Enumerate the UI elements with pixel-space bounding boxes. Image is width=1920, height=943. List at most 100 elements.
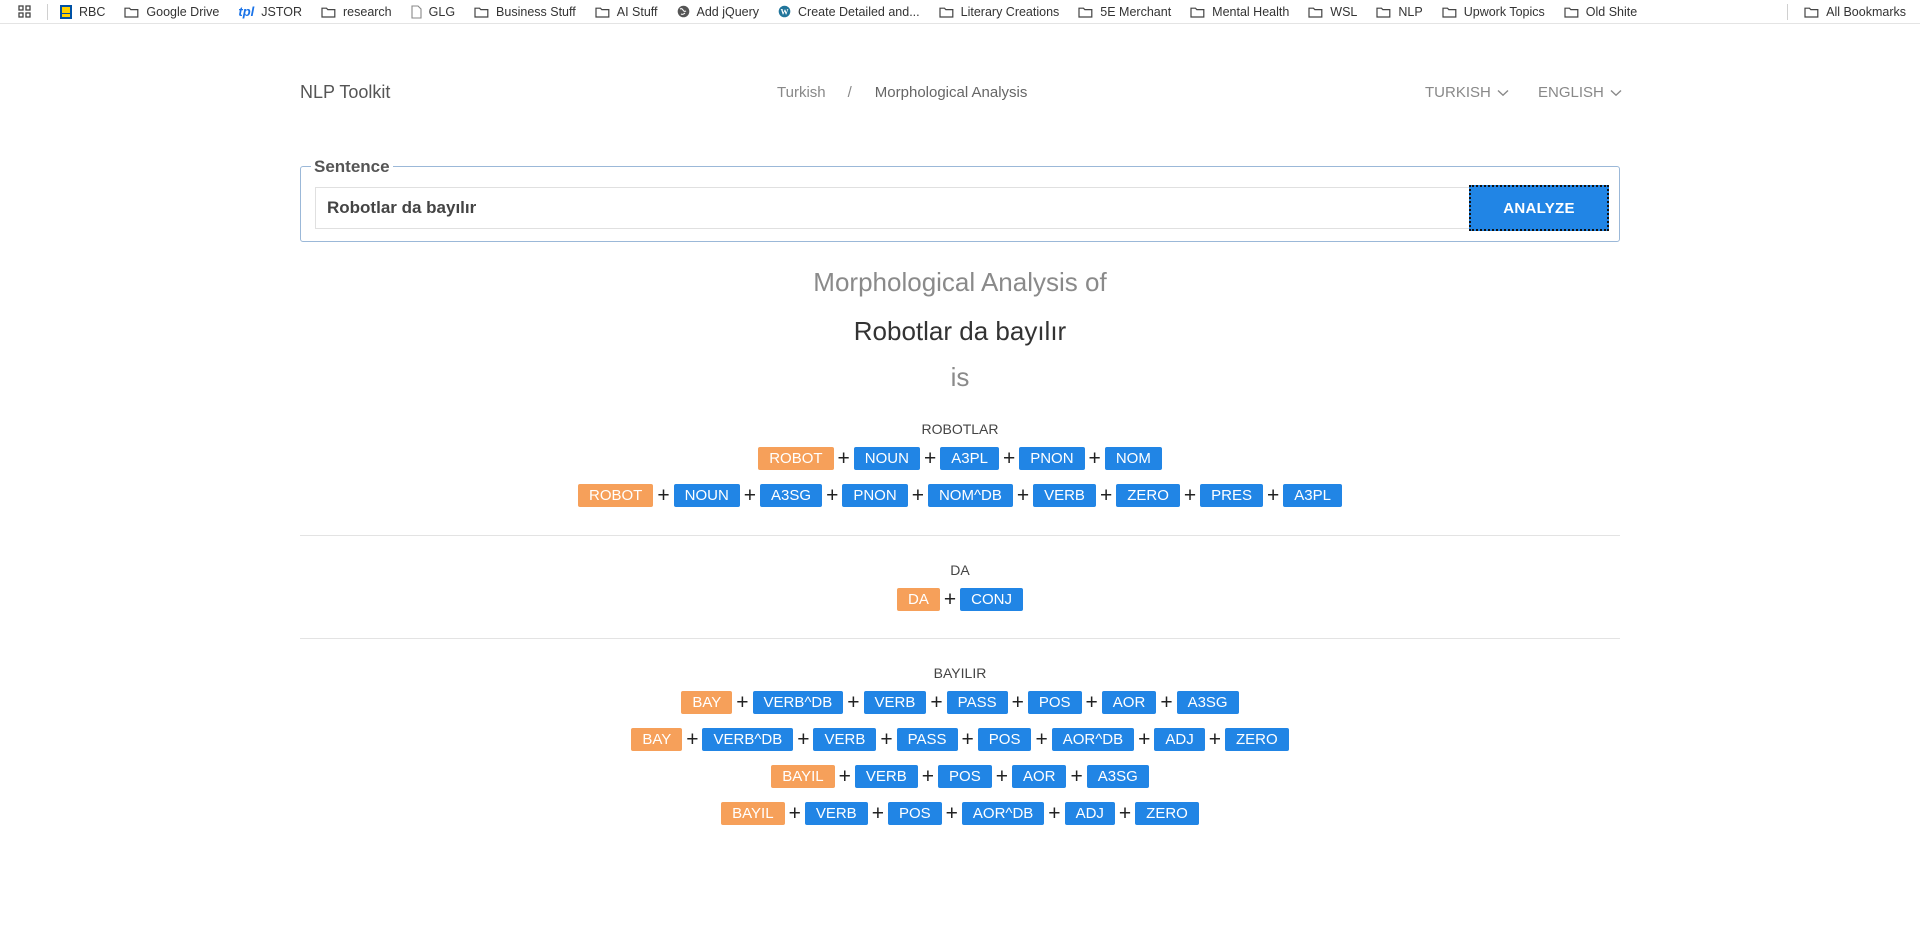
folder-icon xyxy=(1804,6,1819,18)
bookmark-item[interactable]: NLP xyxy=(1376,0,1423,24)
bookmark-item[interactable]: RBC xyxy=(60,0,105,24)
feature-tag: POS xyxy=(887,801,942,825)
bookmark-item[interactable]: research xyxy=(321,0,392,24)
bookmark-item[interactable]: Upwork Topics xyxy=(1442,0,1545,24)
root-tag: ROBOT xyxy=(758,446,834,470)
bookmark-label: Old Shite xyxy=(1585,4,1638,19)
breadcrumb-language[interactable]: Turkish xyxy=(777,84,826,101)
bookmark-item[interactable]: AI Stuff xyxy=(595,0,658,24)
page-icon xyxy=(411,4,422,19)
plus-sign: + xyxy=(657,483,670,507)
plus-sign: + xyxy=(743,483,757,507)
bookmark-label: JSTOR xyxy=(261,4,302,19)
feature-tag: A3PL xyxy=(940,446,999,470)
plus-sign: + xyxy=(837,446,850,470)
folder-icon xyxy=(321,6,336,18)
tpl-logo-icon: tpl xyxy=(238,4,255,19)
plus-sign: + xyxy=(1088,446,1101,470)
bookmark-label: Literary Creations xyxy=(960,4,1060,19)
feature-tag: VERB^DB xyxy=(702,727,794,751)
bookmark-item[interactable]: Business Stuff xyxy=(474,0,576,24)
plus-sign: + xyxy=(797,727,810,751)
folder-icon xyxy=(939,6,954,18)
plus-sign: + xyxy=(1070,764,1083,788)
bookmark-label: WSL xyxy=(1330,4,1358,19)
folder-icon xyxy=(1564,6,1579,18)
plus-sign: + xyxy=(838,764,851,788)
plus-sign: + xyxy=(995,764,1008,788)
bookmark-item[interactable]: Mental Health xyxy=(1190,0,1289,24)
folder-icon xyxy=(1442,6,1457,18)
bookmark-item[interactable]: W Create Detailed and... xyxy=(778,0,920,24)
feature-tag: NOUN xyxy=(853,446,920,470)
bookmark-label: Create Detailed and... xyxy=(798,4,920,19)
ui-language-menu[interactable]: ENGLISH xyxy=(1538,84,1622,101)
bookmark-label: research xyxy=(343,4,392,19)
svg-text:W: W xyxy=(781,7,789,16)
bookmark-label: 5E Merchant xyxy=(1100,4,1172,19)
feature-tag: AOR^DB xyxy=(1051,727,1135,751)
plus-sign: + xyxy=(826,483,839,507)
word-divider xyxy=(300,535,1620,536)
plus-sign: + xyxy=(736,690,749,714)
language-menu[interactable]: TURKISH xyxy=(1425,84,1509,101)
bookmark-item[interactable]: Add jQuery xyxy=(677,0,760,24)
feature-tag: PNON xyxy=(1019,446,1085,470)
parse-row: ROBOT + NOUN + A3SG + PNON + NOM^DB + VERB + ZERO + PR… xyxy=(300,483,1620,507)
parse-row: DA + CONJ xyxy=(300,587,1620,611)
word-analysis-bayilir: BAYILIR BAY + VERB^DB + VERB + PASS + POS + AOR + A3S… xyxy=(300,663,1620,825)
sentence-input[interactable] xyxy=(315,187,1473,229)
feature-tag: VERB xyxy=(854,764,918,788)
bookmark-item[interactable]: Old Shite xyxy=(1564,0,1637,24)
sentence-legend: Sentence xyxy=(311,157,393,177)
bookmarks-bar: RBC Google Drive tpl JSTOR research GLG Busine… xyxy=(0,0,1920,24)
feature-tag: VERB xyxy=(804,801,868,825)
root-tag: BAY xyxy=(631,727,683,751)
bookmarks-separator xyxy=(1787,4,1789,20)
feature-tag: VERB xyxy=(1033,483,1096,507)
feature-tag: NOM xyxy=(1104,446,1162,470)
bookmark-item[interactable]: tpl JSTOR xyxy=(238,0,302,24)
rbc-logo-icon xyxy=(60,4,72,19)
brand-title[interactable]: NLP Toolkit xyxy=(300,82,390,103)
bookmark-item[interactable]: Literary Creations xyxy=(939,0,1060,24)
plus-sign: + xyxy=(1183,483,1197,507)
feature-tag: VERB xyxy=(813,727,877,751)
analyze-button[interactable]: ANALYZE xyxy=(1469,185,1609,231)
plus-sign: + xyxy=(923,446,937,470)
bookmark-label: NLP xyxy=(1398,4,1423,19)
results-sentence: Robotlar da bayılır xyxy=(853,316,1067,346)
results-heading: Morphological Analysis of xyxy=(813,267,1107,297)
plus-sign: + xyxy=(847,690,860,714)
feature-tag: ZERO xyxy=(1135,801,1199,825)
parse-row: BAYIL + VERB + POS + AOR + A3SG xyxy=(300,764,1620,788)
word-label: BAYILIR xyxy=(933,665,987,681)
root-tag: BAYIL xyxy=(771,764,835,788)
feature-tag: ZERO xyxy=(1116,483,1180,507)
bookmark-item[interactable]: WSL xyxy=(1308,0,1357,24)
plus-sign: + xyxy=(911,483,924,507)
plus-sign: + xyxy=(1118,801,1132,825)
root-tag: BAYIL xyxy=(721,801,785,825)
root-tag: ROBOT xyxy=(578,483,654,507)
apps-grid-icon[interactable] xyxy=(11,0,37,24)
bookmark-item[interactable]: GLG xyxy=(411,0,455,24)
globe-icon xyxy=(677,5,690,18)
all-bookmarks[interactable]: All Bookmarks xyxy=(1787,0,1906,24)
feature-tag: POS xyxy=(938,764,992,788)
feature-tag: A3PL xyxy=(1283,483,1342,507)
bookmark-item[interactable]: Google Drive xyxy=(124,0,219,24)
feature-tag: ZERO xyxy=(1225,727,1289,751)
plus-sign: + xyxy=(880,727,893,751)
plus-sign: + xyxy=(686,727,699,751)
feature-tag: VERB^DB xyxy=(752,690,844,714)
bookmark-label: Add jQuery xyxy=(696,4,760,19)
parse-row: BAY + VERB^DB + VERB + PASS + POS + AOR + A3SG xyxy=(300,690,1620,714)
bookmark-label: AI Stuff xyxy=(616,4,658,19)
feature-tag: POS xyxy=(977,727,1032,751)
bookmark-label: Google Drive xyxy=(146,4,220,19)
feature-tag: VERB xyxy=(863,690,927,714)
bookmark-item[interactable]: 5E Merchant xyxy=(1078,0,1171,24)
feature-tag: PNON xyxy=(842,483,908,507)
wordpress-icon: W xyxy=(778,5,791,18)
